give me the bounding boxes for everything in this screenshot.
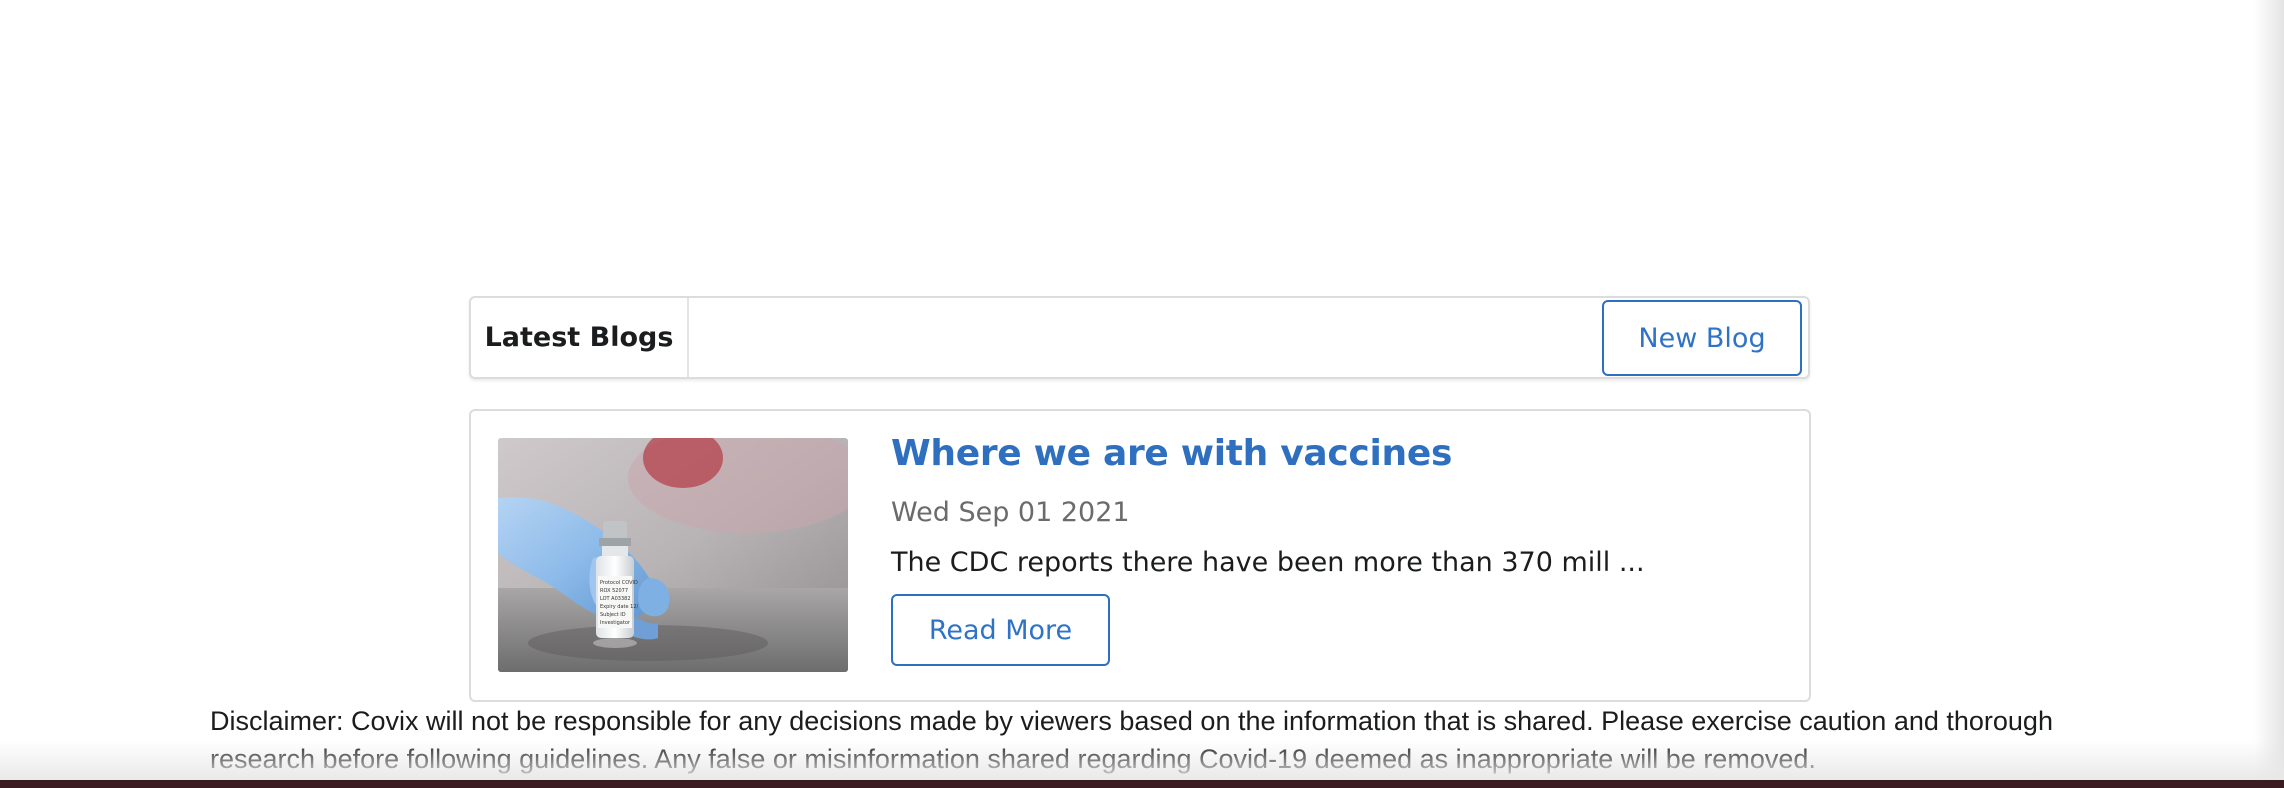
read-more-button[interactable]: Read More — [891, 594, 1110, 666]
new-blog-button[interactable]: New Blog — [1602, 300, 1802, 376]
svg-text:LOT A03382: LOT A03382 — [600, 596, 631, 602]
latest-blogs-heading: Latest Blogs — [471, 298, 689, 377]
latest-blogs-menu: Latest Blogs New Blog — [469, 296, 1810, 379]
svg-text:Protocol COVID: Protocol COVID — [600, 580, 638, 586]
blog-date: Wed Sep 01 2021 — [891, 497, 1130, 528]
vaccine-vial-photo-icon: Protocol COVID ROX 52077 LOT A03382 Expi… — [498, 438, 848, 672]
svg-text:ROX 52077: ROX 52077 — [600, 588, 628, 594]
blog-card: Protocol COVID ROX 52077 LOT A03382 Expi… — [469, 409, 1811, 702]
blog-title-link[interactable]: Where we are with vaccines — [891, 433, 1452, 474]
bottom-strip — [0, 780, 2284, 788]
svg-text:Subject ID: Subject ID — [600, 612, 626, 618]
svg-text:Investigator: Investigator — [600, 620, 631, 626]
vaccine-vial-image[interactable]: Protocol COVID ROX 52077 LOT A03382 Expi… — [498, 438, 848, 672]
page: Latest Blogs New Blog Protocol COVID ROX… — [0, 0, 2284, 780]
edge-shadow — [2254, 0, 2284, 780]
blog-excerpt: The CDC reports there have been more tha… — [891, 547, 1645, 578]
bottom-shadow — [0, 740, 2284, 780]
svg-text:Expiry date 12/: Expiry date 12/ — [600, 604, 639, 610]
